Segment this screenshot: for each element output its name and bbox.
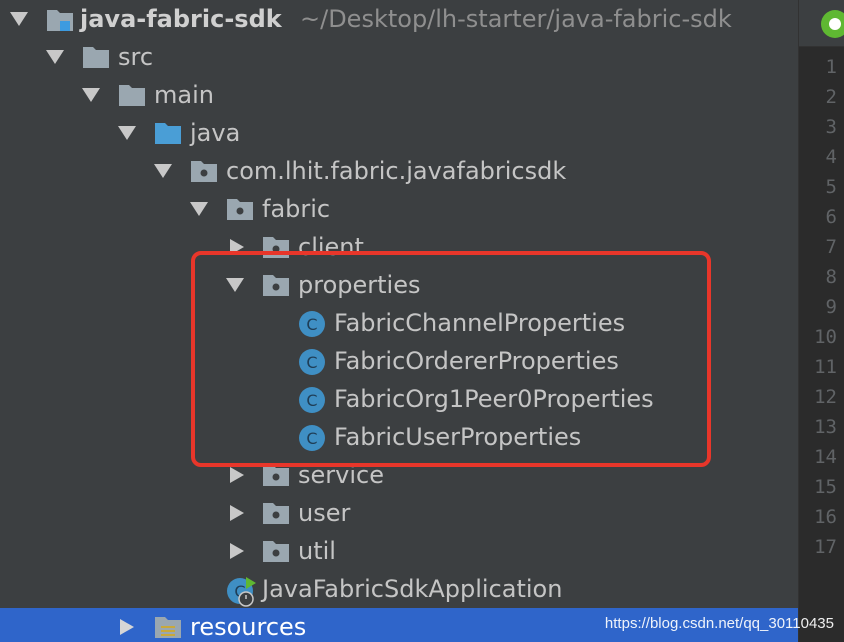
tree-label: FabricUserProperties	[334, 423, 582, 451]
tree-row-class[interactable]: C FabricChannelProperties	[0, 304, 798, 342]
tree-row-src[interactable]: src	[0, 38, 798, 76]
expand-arrow-icon[interactable]	[118, 126, 136, 140]
line-number: 14	[814, 446, 837, 468]
tree-label: util	[298, 537, 336, 565]
line-number: 5	[825, 176, 837, 198]
package-icon	[262, 463, 290, 491]
line-number: 16	[814, 506, 837, 528]
line-number: 6	[825, 206, 837, 228]
collapsed-arrow-icon[interactable]	[120, 619, 134, 635]
line-number: 10	[814, 326, 837, 348]
spring-leaf-icon	[821, 10, 844, 38]
tree-row-application-class[interactable]: C JavaFabricSdkApplication	[0, 570, 798, 608]
line-number: 12	[814, 386, 837, 408]
line-number: 13	[814, 416, 837, 438]
package-icon	[226, 197, 254, 225]
project-name: java-fabric-sdk	[80, 5, 282, 33]
svg-text:C: C	[306, 353, 317, 372]
java-class-icon: C	[298, 348, 326, 380]
tree-row-fabric[interactable]: fabric	[0, 190, 798, 228]
package-icon	[262, 501, 290, 529]
expand-arrow-icon[interactable]	[190, 202, 208, 216]
tree-label: main	[154, 81, 214, 109]
java-class-icon: C	[298, 310, 326, 342]
tree-row-user[interactable]: user	[0, 494, 798, 532]
java-class-icon: C	[298, 386, 326, 418]
expand-arrow-icon[interactable]	[10, 12, 28, 26]
tree-row-service[interactable]: service	[0, 456, 798, 494]
collapsed-arrow-icon[interactable]	[230, 543, 244, 559]
tree-row-class[interactable]: C FabricOrg1Peer0Properties	[0, 380, 798, 418]
expand-arrow-icon[interactable]	[154, 164, 172, 178]
svg-text:C: C	[306, 315, 317, 334]
project-tree-panel[interactable]: java-fabric-sdk ~/Desktop/lh-starter/jav…	[0, 0, 798, 642]
tree-row-project-root[interactable]: java-fabric-sdk ~/Desktop/lh-starter/jav…	[0, 0, 798, 38]
tree-row-class[interactable]: C FabricOrdererProperties	[0, 342, 798, 380]
line-number: 17	[814, 536, 837, 558]
expand-arrow-icon[interactable]	[46, 50, 64, 64]
tree-label: java	[190, 119, 241, 147]
line-number: 15	[814, 476, 837, 498]
tree-label: FabricChannelProperties	[334, 309, 626, 337]
tree-row-package-root[interactable]: com.lhit.fabric.javafabricsdk	[0, 152, 798, 190]
line-number: 7	[825, 236, 837, 258]
folder-icon	[82, 45, 110, 73]
package-icon	[262, 539, 290, 567]
svg-text:C: C	[306, 429, 317, 448]
tree-row-java[interactable]: java	[0, 114, 798, 152]
collapsed-arrow-icon[interactable]	[230, 239, 244, 255]
line-number: 11	[814, 356, 837, 378]
tree-label: src	[118, 43, 154, 71]
svg-text:C: C	[306, 391, 317, 410]
tree-label: FabricOrg1Peer0Properties	[334, 385, 654, 413]
tree-label: JavaFabricSdkApplication	[262, 575, 563, 603]
module-icon	[46, 7, 74, 37]
line-number: 2	[825, 86, 837, 108]
tree-label: com.lhit.fabric.javafabricsdk	[226, 157, 567, 185]
editor-tab[interactable]	[799, 0, 844, 47]
tree-row-client[interactable]: client	[0, 228, 798, 266]
package-icon	[190, 159, 218, 187]
java-class-icon: C	[298, 424, 326, 456]
line-number: 8	[825, 266, 837, 288]
tree-row-properties[interactable]: properties	[0, 266, 798, 304]
project-path: ~/Desktop/lh-starter/java-fabric-sdk	[300, 5, 732, 33]
tree-label: FabricOrdererProperties	[334, 347, 619, 375]
package-icon	[262, 273, 290, 301]
tree-row-class[interactable]: C FabricUserProperties	[0, 418, 798, 456]
source-folder-icon	[154, 121, 182, 149]
tree-label: user	[298, 499, 351, 527]
tree-label: resources	[190, 613, 307, 641]
tree-row-util[interactable]: util	[0, 532, 798, 570]
spring-boot-class-icon: C	[226, 575, 258, 611]
tree-row-main[interactable]: main	[0, 76, 798, 114]
collapsed-arrow-icon[interactable]	[230, 467, 244, 483]
watermark: https://blog.csdn.net/qq_30110435	[604, 615, 834, 632]
editor-gutter: 1 2 3 4 5 6 7 8 9 10 11 12 13 14 15 16 17	[798, 0, 844, 642]
expand-arrow-icon[interactable]	[82, 88, 100, 102]
resources-folder-icon	[154, 615, 182, 642]
expand-arrow-icon[interactable]	[226, 278, 244, 292]
line-number: 3	[825, 116, 837, 138]
tree-label: service	[298, 461, 384, 489]
collapsed-arrow-icon[interactable]	[230, 505, 244, 521]
line-number: 4	[825, 146, 837, 168]
tree-label: client	[298, 233, 364, 261]
tree-label: fabric	[262, 195, 331, 223]
line-number: 9	[825, 296, 837, 318]
package-icon	[262, 235, 290, 263]
tree-label: properties	[298, 271, 421, 299]
line-number: 1	[825, 56, 837, 78]
folder-icon	[118, 83, 146, 111]
